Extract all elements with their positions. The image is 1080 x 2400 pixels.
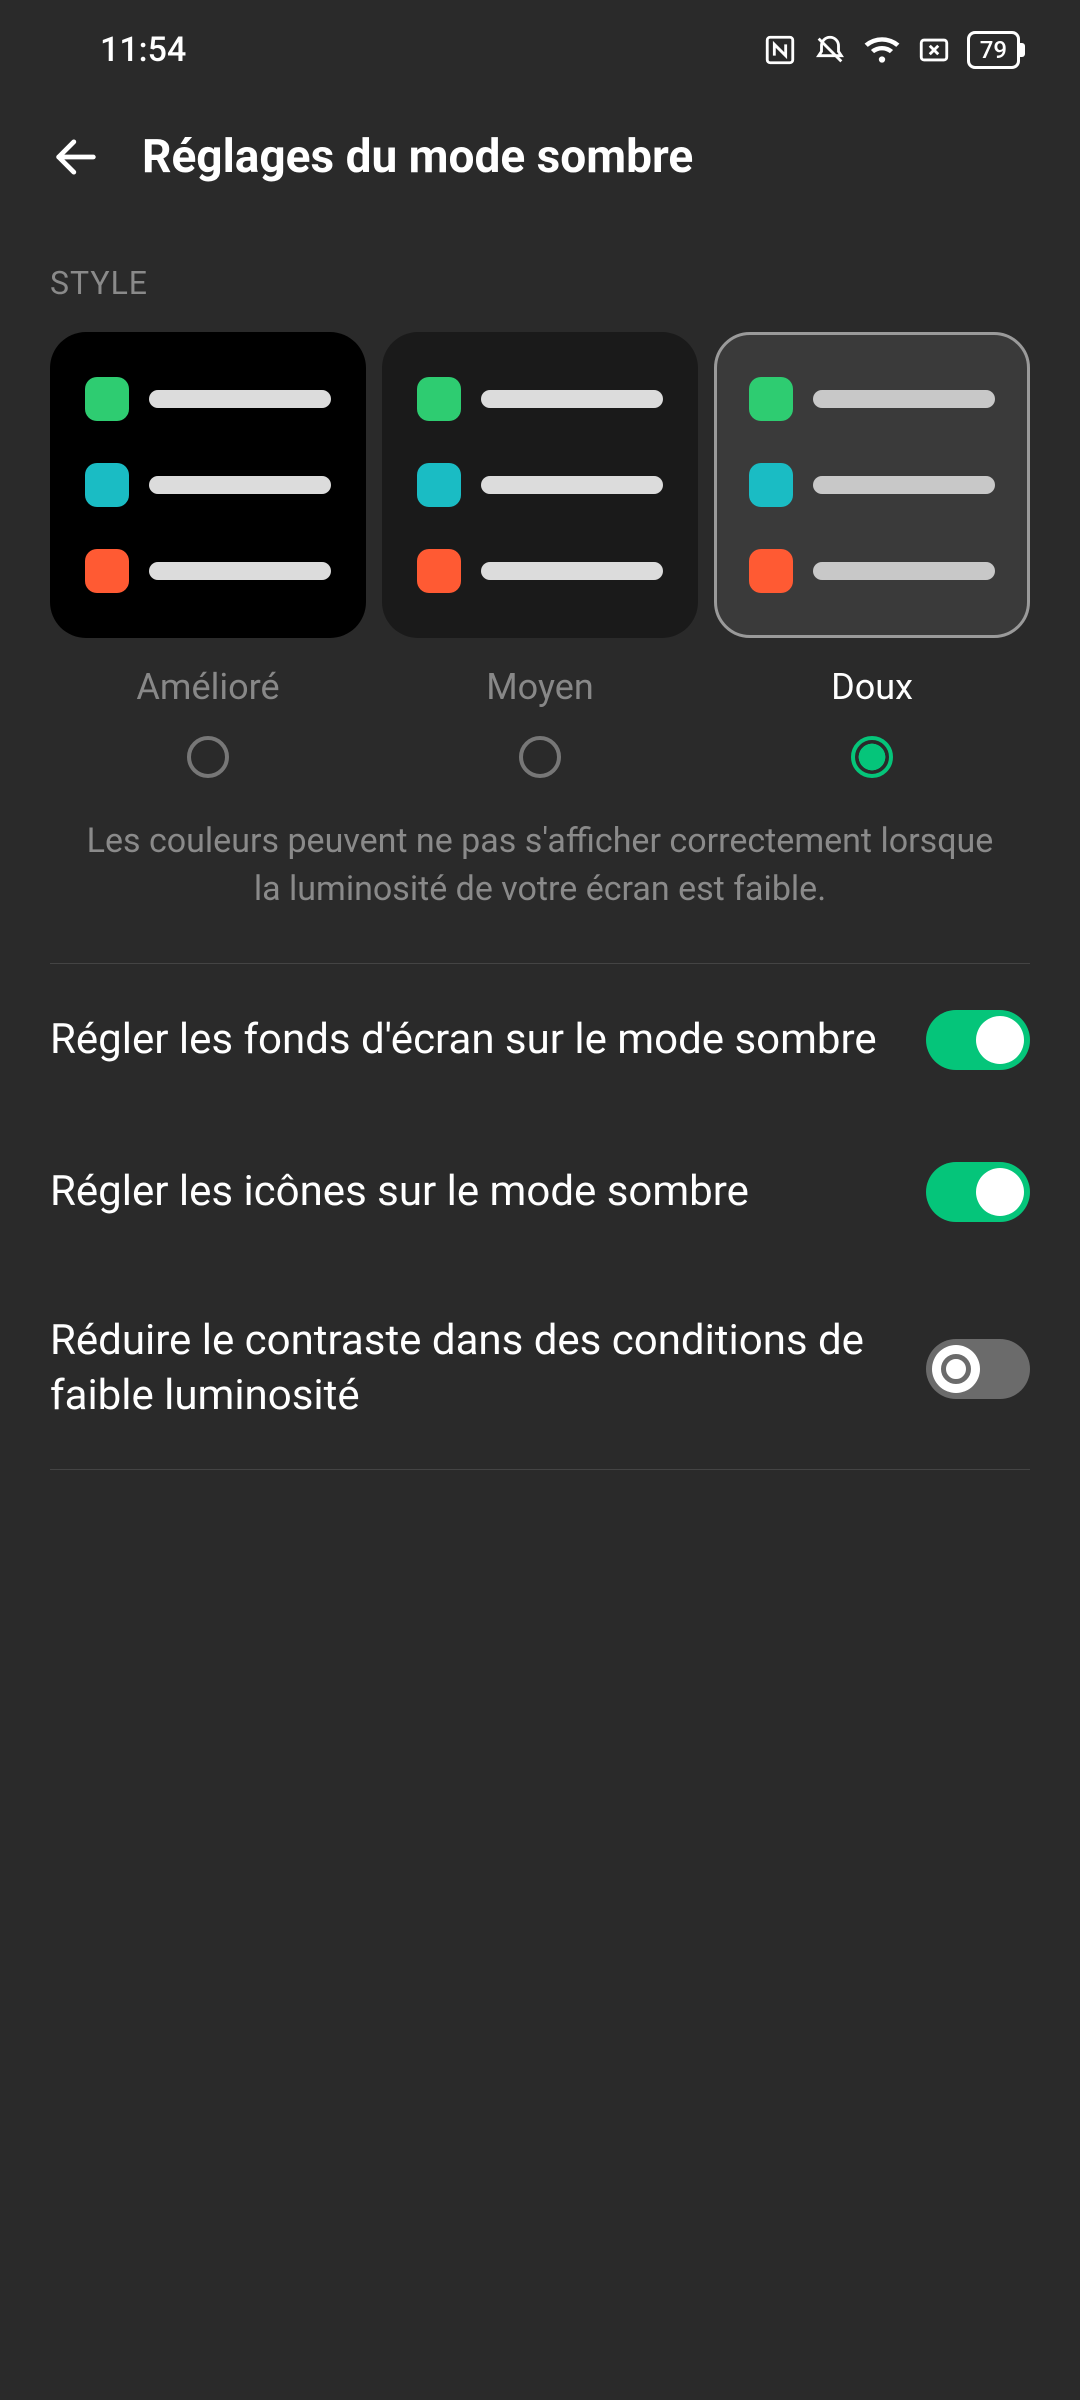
style-option-enhanced[interactable]: [50, 332, 366, 638]
style-label-enhanced: Amélioré: [50, 666, 366, 708]
setting-icons-dark[interactable]: Régler les icônes sur le mode sombre: [0, 1116, 1080, 1268]
page-header: Réglages du mode sombre: [0, 100, 1080, 224]
setting-wallpaper-dark[interactable]: Régler les fonds d'écran sur le mode som…: [0, 964, 1080, 1116]
toggle-wallpaper-dark[interactable]: [926, 1010, 1030, 1070]
mute-icon: [813, 33, 847, 67]
style-option-soft[interactable]: [714, 332, 1030, 638]
back-button[interactable]: [50, 131, 102, 183]
divider: [50, 1469, 1030, 1470]
style-label-medium: Moyen: [382, 666, 698, 708]
status-icons: 79: [763, 31, 1020, 69]
style-label-soft: Doux: [714, 666, 1030, 708]
status-bar: 11:54 79: [0, 0, 1080, 100]
toggle-icons-dark[interactable]: [926, 1162, 1030, 1222]
wifi-icon: [863, 33, 901, 67]
status-time: 11:54: [100, 30, 186, 70]
style-options: [0, 332, 1080, 638]
battery-percent: 79: [980, 36, 1007, 64]
setting-label: Régler les fonds d'écran sur le mode som…: [50, 1013, 896, 1068]
style-radios: [0, 708, 1080, 778]
page-title: Réglages du mode sombre: [142, 130, 693, 184]
style-labels: Amélioré Moyen Doux: [0, 638, 1080, 708]
nfc-icon: [763, 33, 797, 67]
style-option-medium[interactable]: [382, 332, 698, 638]
setting-label: Régler les icônes sur le mode sombre: [50, 1165, 896, 1220]
radio-enhanced[interactable]: [187, 736, 229, 778]
radio-soft[interactable]: [851, 736, 893, 778]
section-label-style: STYLE: [0, 224, 1080, 332]
setting-label: Réduire le contraste dans des conditions…: [50, 1314, 896, 1423]
toggle-reduce-contrast[interactable]: [926, 1339, 1030, 1399]
setting-reduce-contrast[interactable]: Réduire le contraste dans des conditions…: [0, 1268, 1080, 1469]
radio-medium[interactable]: [519, 736, 561, 778]
battery-icon: 79: [967, 31, 1020, 69]
data-off-icon: [917, 33, 951, 67]
style-hint: Les couleurs peuvent ne pas s'afficher c…: [0, 778, 1080, 963]
